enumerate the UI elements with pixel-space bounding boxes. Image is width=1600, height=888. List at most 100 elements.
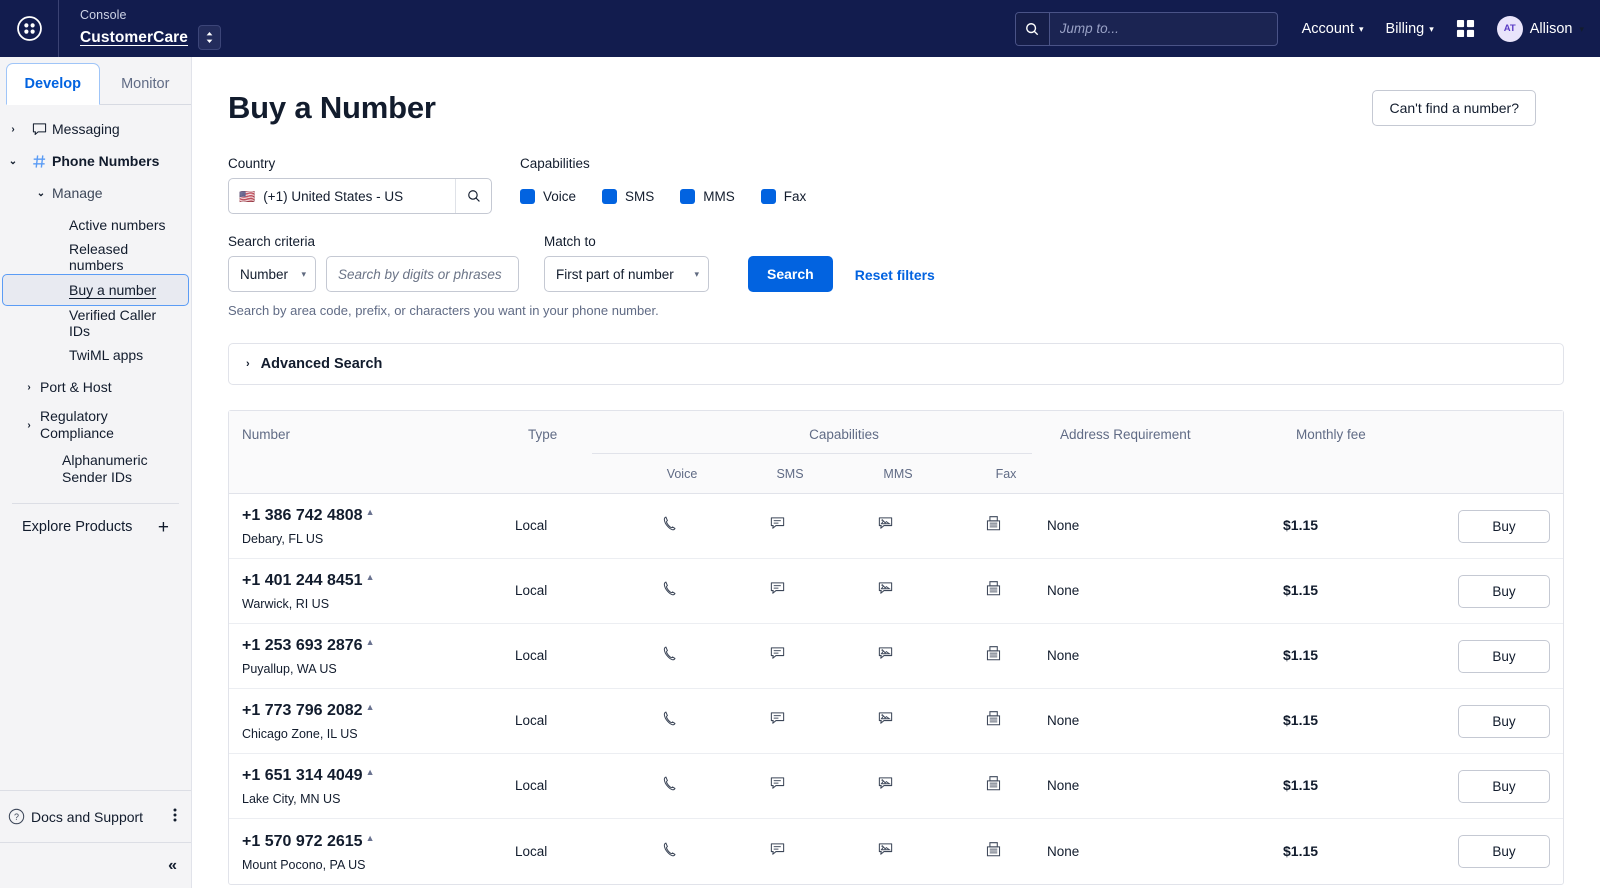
table-row: +1 773 796 2082 ▲ Chicago Zone, IL US Local… [229, 689, 1563, 754]
account-switcher-icon[interactable] [198, 25, 222, 50]
global-search[interactable] [1014, 11, 1278, 46]
capability-cell-voice [615, 841, 723, 863]
chevron-right-icon: › [27, 381, 31, 393]
number-location: Mount Pocono, PA US [242, 857, 366, 872]
twilio-grid-logo-icon[interactable] [0, 0, 58, 57]
apps-grid-icon[interactable] [1456, 19, 1475, 38]
kebab-menu-icon[interactable] [173, 807, 177, 826]
explore-products-row[interactable]: Explore Products + [0, 504, 191, 550]
checkbox-mms[interactable] [680, 188, 696, 204]
advanced-search-toggle[interactable]: › Advanced Search [228, 343, 1564, 385]
capability-label: Voice [543, 188, 577, 204]
docs-and-support-row[interactable]: ? Docs and Support [0, 790, 191, 842]
mms-image-bubble-icon [877, 841, 894, 863]
sidebar-item-label: Phone Numbers [52, 153, 160, 169]
tab-develop[interactable]: Develop [6, 63, 100, 105]
checkbox-fax[interactable] [760, 188, 776, 204]
sidebar-item-regulatory-compliance[interactable]: › Regulatory Compliance [0, 403, 191, 447]
sidebar-item-released-numbers[interactable]: Released numbers [0, 241, 191, 273]
results-table: Number Type Capabilities Voice SMS MMS F… [228, 410, 1564, 885]
sidebar-item-label: Active numbers [69, 217, 166, 233]
capability-voice[interactable]: Voice [520, 188, 577, 204]
search-criteria-select[interactable]: Number ▾ [228, 256, 316, 292]
reset-filters-link[interactable]: Reset filters [855, 267, 935, 292]
sidebar-item-phone-numbers[interactable]: ⌄ Phone Numbers [0, 145, 191, 177]
svg-text:?: ? [14, 812, 19, 822]
chevron-down-icon: ▾ [1429, 24, 1434, 34]
capability-cell-mms [831, 775, 939, 797]
fax-machine-icon [985, 710, 1002, 732]
capability-cell-fax [939, 580, 1047, 602]
phone-number-text: +1 773 796 2082 [242, 702, 363, 719]
search-input[interactable] [1049, 12, 1277, 45]
capability-cell-voice [615, 645, 723, 667]
phone-number: +1 386 742 4808 ▲ [242, 506, 515, 525]
sidebar-item-twiml-apps[interactable]: TwiML apps [0, 339, 191, 371]
capability-cell-sms [723, 515, 831, 537]
mms-image-bubble-icon [877, 580, 894, 602]
phone-number: +1 773 796 2082 ▲ [242, 701, 515, 720]
cant-find-a-number-button[interactable]: Can't find a number? [1372, 90, 1536, 126]
search-icon[interactable] [1015, 12, 1050, 45]
checkbox-sms[interactable] [602, 188, 618, 204]
phone-number: +1 253 693 2876 ▲ [242, 636, 515, 655]
search-criteria-label: Search criteria [228, 234, 316, 249]
buy-cell: Buy [1433, 835, 1563, 868]
table-row: +1 401 244 8451 ▲ Warwick, RI US Local None $… [229, 559, 1563, 624]
capability-cell-sms [723, 710, 831, 732]
buy-button[interactable]: Buy [1458, 704, 1550, 738]
buy-button[interactable]: Buy [1458, 574, 1550, 608]
capability-sms[interactable]: SMS [602, 188, 654, 204]
buy-button[interactable]: Buy [1458, 509, 1550, 543]
capability-mms[interactable]: MMS [680, 188, 735, 204]
sidebar-item-buy-a-number[interactable]: Buy a number [2, 274, 189, 306]
buy-button[interactable]: Buy [1458, 835, 1550, 868]
sidebar-item-active-numbers[interactable]: Active numbers [0, 209, 191, 241]
sidebar-item-verified-caller-ids[interactable]: Verified Caller IDs [0, 307, 191, 339]
monthly-fee-cell: $1.15 [1283, 777, 1319, 793]
plus-icon[interactable]: + [158, 518, 169, 537]
search-icon[interactable] [455, 179, 491, 213]
address-requirement-cell: None [1047, 583, 1080, 598]
sidebar-item-alphanumeric-sender-ids[interactable]: Alphanumeric Sender IDs [0, 447, 185, 491]
double-chevron-left-icon[interactable]: « [168, 857, 177, 875]
sidebar-item-label: Regulatory Compliance [40, 408, 114, 441]
type-cell: Local [515, 713, 548, 728]
phone-icon [661, 580, 678, 602]
account-menu-label: Account [1301, 20, 1354, 37]
user-menu[interactable]: AT Allison ▾ [1496, 15, 1584, 42]
search-criteria-value: Number [240, 266, 289, 282]
number-cell: +1 773 796 2082 ▲ Chicago Zone, IL US [229, 701, 515, 741]
sidebar-item-manage[interactable]: ⌄ Manage [0, 177, 191, 209]
buy-cell: Buy [1433, 704, 1563, 738]
checkbox-voice[interactable] [520, 188, 535, 204]
beta-triangle-icon: ▲ [365, 767, 375, 777]
number-location: Warwick, RI US [242, 597, 330, 611]
chevron-right-icon: › [246, 358, 250, 370]
buy-button[interactable]: Buy [1458, 769, 1550, 803]
search-digits-input[interactable] [326, 256, 519, 292]
fax-machine-icon [985, 645, 1002, 667]
account-menu[interactable]: Account ▾ [1302, 21, 1364, 37]
sidebar-item-messaging[interactable]: › Messaging [0, 113, 191, 145]
mms-image-bubble-icon [877, 645, 894, 667]
tab-monitor[interactable]: Monitor [99, 63, 191, 105]
phone-number-text: +1 401 244 8451 [242, 572, 363, 589]
monthly-fee-cell: $1.15 [1283, 517, 1319, 533]
match-to-select[interactable]: First part of number ▾ [544, 256, 709, 292]
billing-menu[interactable]: Billing ▾ [1386, 21, 1434, 37]
match-to-value: First part of number [556, 266, 674, 282]
chevron-down-icon: ▾ [694, 268, 699, 279]
search-button[interactable]: Search [748, 256, 833, 292]
country-select[interactable]: 🇺🇸 (+1) United States - US [228, 178, 492, 214]
chevron-down-icon: ⌄ [36, 187, 46, 199]
capability-fax[interactable]: Fax [760, 188, 806, 204]
account-name-link[interactable]: CustomerCare [80, 29, 188, 47]
table-row: +1 253 693 2876 ▲ Puyallup, WA US Local None… [229, 624, 1563, 689]
buy-button[interactable]: Buy [1458, 639, 1550, 673]
sidebar-collapse-row[interactable]: « [0, 842, 191, 888]
fax-machine-icon [985, 775, 1002, 797]
sidebar-bottom: ? Docs and Support « [0, 790, 191, 888]
search-criteria-field: Search criteria Number ▾ [228, 234, 519, 292]
sidebar-item-port-and-host[interactable]: › Port & Host [0, 371, 191, 403]
